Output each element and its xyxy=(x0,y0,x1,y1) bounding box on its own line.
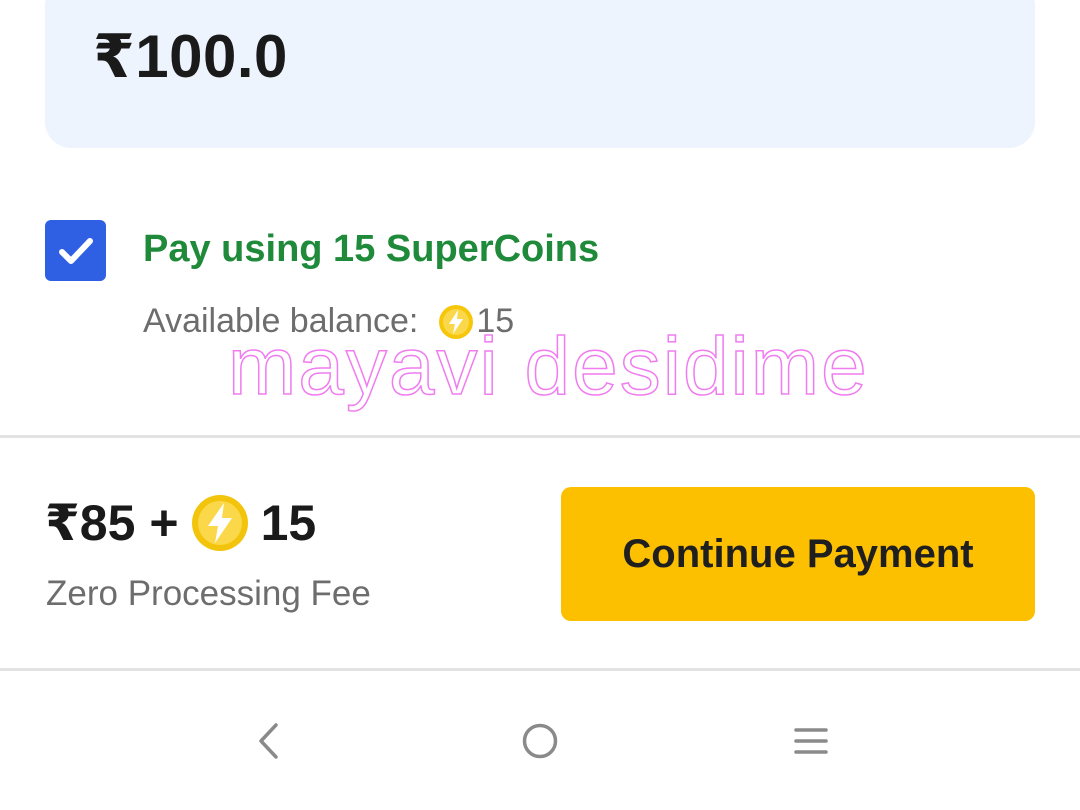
total-amount: ₹85 + 15 xyxy=(45,494,316,552)
supercoin-icon xyxy=(191,495,248,551)
processing-fee-note: Zero Processing Fee xyxy=(46,574,371,613)
supercoins-checkbox[interactable] xyxy=(45,220,106,281)
plus-sign: + xyxy=(149,495,179,551)
menu-icon xyxy=(794,728,828,754)
total-cash: ₹85 xyxy=(45,495,136,551)
navigation-bar xyxy=(0,671,1080,810)
continue-payment-button[interactable]: Continue Payment xyxy=(561,487,1035,621)
divider xyxy=(0,435,1080,438)
amount-card: ₹100.0 xyxy=(45,0,1035,148)
back-icon xyxy=(259,723,278,759)
menu-button[interactable] xyxy=(781,719,841,763)
home-button[interactable] xyxy=(510,719,570,763)
payment-screen: ₹100.0 Pay using 15 SuperCoins Available… xyxy=(0,0,1080,810)
supercoins-label[interactable]: Pay using 15 SuperCoins xyxy=(143,228,599,271)
checkmark-icon xyxy=(58,237,93,264)
back-button[interactable] xyxy=(238,719,298,763)
watermark-text: mayavi desidime xyxy=(227,320,869,413)
amount-value: ₹100.0 xyxy=(93,23,288,90)
total-coins: 15 xyxy=(260,495,317,551)
home-icon xyxy=(522,723,558,759)
